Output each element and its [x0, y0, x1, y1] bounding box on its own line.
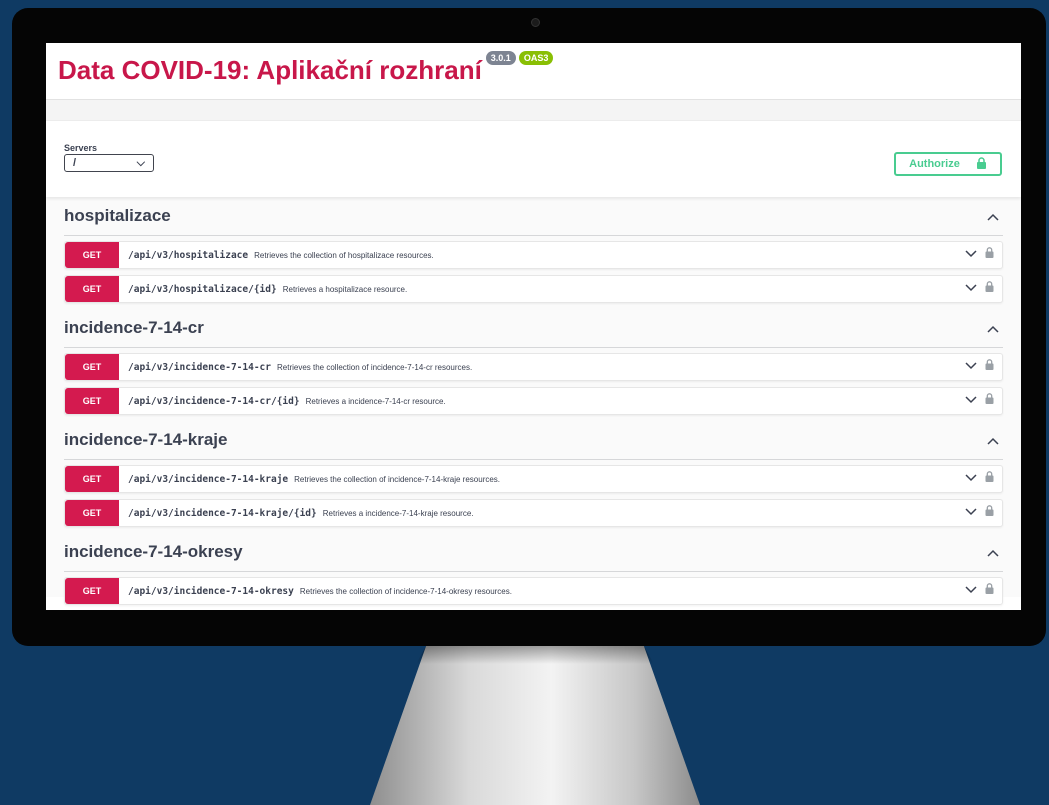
operation-path: /api/v3/incidence-7-14-kraje — [128, 473, 289, 485]
tag-name: incidence-7-14-kraje — [64, 430, 228, 449]
api-title: Data COVID-19: Aplikační rozhraní — [58, 55, 482, 85]
tag-section-header[interactable]: hospitalizace — [64, 197, 1003, 236]
lock-icon[interactable] — [985, 583, 994, 597]
chevron-down-icon[interactable] — [965, 471, 977, 485]
operation-summary: Retrieves the collection of incidence-7-… — [294, 474, 501, 484]
operation-row[interactable]: GET/api/v3/incidence-7-14-cr Retrieves th… — [64, 353, 1003, 381]
operation-actions — [965, 281, 994, 295]
operation-summary: Retrieves a incidence-7-14-cr resource. — [305, 396, 446, 406]
chevron-up-icon[interactable] — [987, 433, 999, 448]
tag-section-header[interactable]: incidence-7-14-cr — [64, 309, 1003, 348]
method-badge: GET — [65, 354, 119, 380]
servers-select[interactable]: / ⌵ — [64, 154, 154, 172]
tag-section-header[interactable]: incidence-7-14-okresy — [64, 533, 1003, 572]
operation-path: /api/v3/incidence-7-14-cr/{id} — [128, 395, 300, 407]
tag-name: hospitalizace — [64, 206, 171, 225]
lock-icon[interactable] — [985, 359, 994, 373]
chevron-up-icon[interactable] — [987, 545, 999, 560]
method-badge: GET — [65, 276, 119, 302]
method-badge: GET — [65, 500, 119, 526]
operation-row[interactable]: GET/api/v3/hospitalizace Retrieves the co… — [64, 241, 1003, 269]
lock-icon[interactable] — [985, 247, 994, 261]
operation-summary: Retrieves the collection of incidence-7-… — [299, 586, 512, 596]
operation-row[interactable]: GET/api/v3/incidence-7-14-cr/{id} Retriev… — [64, 387, 1003, 415]
operation-actions — [965, 247, 994, 261]
chevron-down-icon[interactable] — [965, 359, 977, 373]
chevron-down-icon: ⌵ — [136, 156, 145, 169]
page-title: Data COVID-19: Aplikační rozhraní 3.0.1 … — [58, 51, 554, 86]
authorize-label: Authorize — [909, 158, 960, 170]
method-badge: GET — [65, 466, 119, 492]
operation-row[interactable]: GET/api/v3/incidence-7-14-okresy Retrieve… — [64, 577, 1003, 605]
chevron-up-icon[interactable] — [987, 209, 999, 224]
lock-icon[interactable] — [985, 393, 994, 407]
servers-label: Servers — [64, 143, 98, 153]
method-badge: GET — [65, 242, 119, 268]
operation-path: /api/v3/hospitalizace — [128, 249, 249, 261]
operation-summary: Retrieves a incidence-7-14-kraje resourc… — [322, 508, 474, 518]
operation-path: /api/v3/hospitalizace/{id} — [128, 283, 277, 295]
scheme-container: Servers / ⌵ Authorize — [46, 121, 1021, 197]
operation-row[interactable]: GET/api/v3/incidence-7-14-kraje Retrieves… — [64, 465, 1003, 493]
operation-actions — [965, 359, 994, 373]
operation-summary: Retrieves the collection of incidence-7-… — [277, 362, 473, 372]
tag-section-header[interactable]: incidence-7-14-kraje — [64, 421, 1003, 460]
lock-icon[interactable] — [985, 471, 994, 485]
chevron-down-icon[interactable] — [965, 505, 977, 519]
operations-list: hospitalizace GET/api/v3/hospitalizace Ret… — [46, 197, 1021, 605]
operation-path: /api/v3/incidence-7-14-okresy — [128, 585, 294, 597]
operation-row[interactable]: GET/api/v3/hospitalizace/{id} Retrieves a… — [64, 275, 1003, 303]
lock-icon[interactable] — [985, 505, 994, 519]
operation-actions — [965, 583, 994, 597]
servers-selected-value: / — [73, 157, 77, 169]
version-badge: 3.0.1 — [485, 51, 516, 65]
monitor-stand-shadow — [416, 646, 654, 664]
operation-summary: Retrieves a hospitalizace resource. — [282, 284, 408, 294]
screen: Data COVID-19: Aplikační rozhraní 3.0.1 … — [46, 43, 1021, 610]
chevron-down-icon[interactable] — [965, 583, 977, 597]
chevron-down-icon[interactable] — [965, 281, 977, 295]
operation-path: /api/v3/incidence-7-14-kraje/{id} — [128, 507, 317, 519]
operation-actions — [965, 505, 994, 519]
webcam-icon — [531, 18, 540, 27]
tag-name: incidence-7-14-okresy — [64, 542, 243, 561]
monitor-stand — [370, 646, 700, 805]
chevron-down-icon[interactable] — [965, 247, 977, 261]
method-badge: GET — [65, 578, 119, 604]
method-badge: GET — [65, 388, 119, 414]
monitor-frame: Data COVID-19: Aplikační rozhraní 3.0.1 … — [12, 8, 1046, 646]
operation-summary: Retrieves the collection of hospitalizac… — [254, 250, 434, 260]
chevron-up-icon[interactable] — [987, 321, 999, 336]
oas-badge: OAS3 — [518, 51, 554, 65]
lock-icon[interactable] — [985, 281, 994, 295]
info-header: Data COVID-19: Aplikační rozhraní 3.0.1 … — [46, 43, 1021, 100]
operation-actions — [965, 393, 994, 407]
operation-row[interactable]: GET/api/v3/incidence-7-14-kraje/{id} Retr… — [64, 499, 1003, 527]
authorize-button[interactable]: Authorize — [894, 152, 1002, 176]
operation-path: /api/v3/incidence-7-14-cr — [128, 361, 271, 373]
chevron-down-icon[interactable] — [965, 393, 977, 407]
operation-actions — [965, 471, 994, 485]
header-separator — [46, 100, 1021, 121]
lock-icon — [976, 156, 987, 172]
tag-name: incidence-7-14-cr — [64, 318, 204, 337]
